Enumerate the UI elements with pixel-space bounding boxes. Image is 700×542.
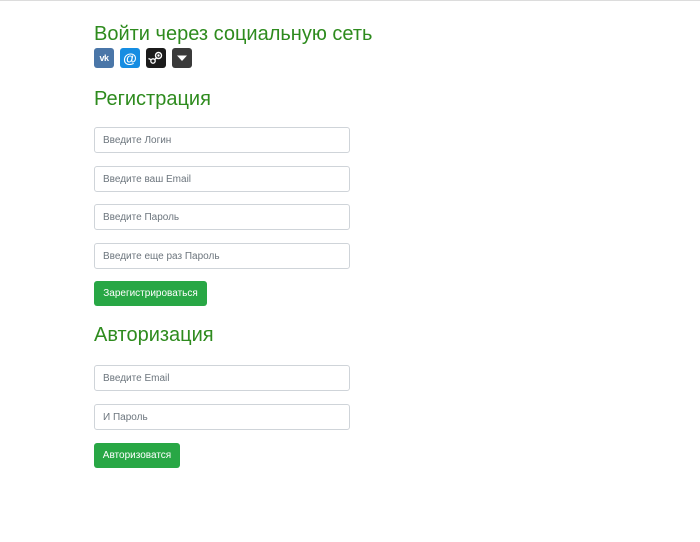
register-button[interactable]: Зарегистрироваться [94,281,207,306]
login-button[interactable]: Авторизоватся [94,443,180,468]
auth-email-input[interactable] [94,365,350,391]
auth-password-input[interactable] [94,404,350,430]
social-login-title: Войти через социальную сеть [94,23,373,45]
registration-password-input[interactable] [94,204,350,230]
top-divider [0,0,700,1]
login-input[interactable] [94,127,350,153]
registration-title: Регистрация [94,88,211,110]
mailru-icon[interactable]: @ [120,48,140,68]
registration-password-repeat-input[interactable] [94,243,350,269]
more-dropdown-icon[interactable] [172,48,192,68]
authorization-title: Авторизация [94,324,214,346]
registration-email-input[interactable] [94,166,350,192]
steam-icon[interactable] [146,48,166,68]
social-login-icons: vk @ [94,48,192,68]
vk-icon[interactable]: vk [94,48,114,68]
